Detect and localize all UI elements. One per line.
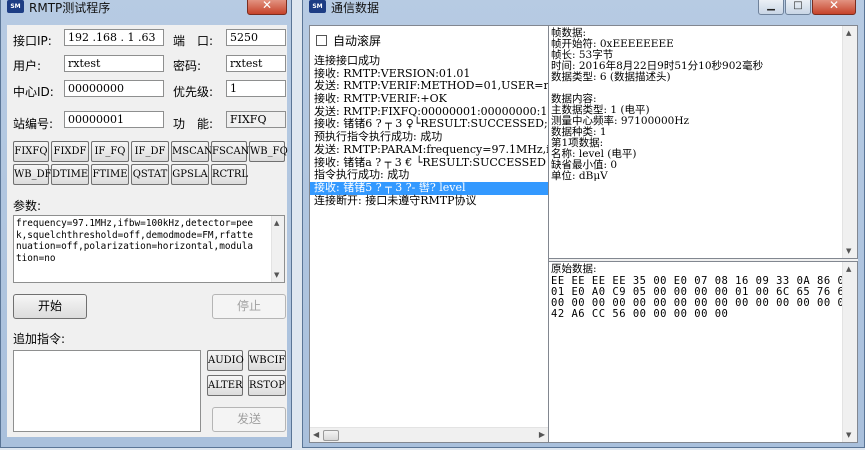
function-field: FIXFQ: [226, 111, 286, 128]
priority-field[interactable]: 1: [226, 80, 286, 97]
left-window-title: RMTP测试程序: [29, 1, 111, 15]
log-line[interactable]: 连接接口成功: [310, 54, 548, 68]
raw-hex-block: EE EE EE EE 35 00 E0 07 08 16 09 33 0A 8…: [549, 276, 857, 320]
frame-info-pane: 帧数据: 帧开始符: 0xEEEEEEEE 帧长: 53字节 时间: 2016年…: [548, 25, 858, 259]
scroll-down-icon[interactable]: ▼: [274, 271, 279, 279]
close-icon: ✕: [261, 0, 273, 12]
gpsla-button[interactable]: GPSLA: [171, 164, 209, 185]
priority-label: 优先级:: [173, 85, 214, 99]
if-fq-button[interactable]: IF_FQ: [91, 141, 129, 162]
scroll-right-icon[interactable]: ▶: [539, 430, 545, 439]
center-id-label: 中心ID:: [13, 85, 54, 99]
auto-scroll-checkbox[interactable]: [316, 35, 327, 46]
maximize-icon: □: [793, 0, 803, 11]
function-label: 功 能:: [173, 117, 214, 131]
scroll-left-icon[interactable]: ◀: [313, 430, 319, 439]
scroll-down-icon[interactable]: ▼: [846, 431, 851, 439]
left-titlebar[interactable]: SM RMTP测试程序 ✕: [1, 0, 291, 19]
wbcif-button[interactable]: WBCIF: [248, 350, 286, 371]
params-line: tion=no: [16, 252, 56, 264]
user-field[interactable]: rxtest: [64, 55, 164, 72]
params-line: k,squelchthreshold=off,demodmode=FM,rfat…: [16, 229, 254, 241]
stop-button[interactable]: 停止: [212, 294, 286, 319]
minimize-button[interactable]: ▁: [758, 0, 784, 15]
rstop-button[interactable]: RSTOP: [248, 375, 286, 396]
interface-ip-label: 接口IP:: [13, 34, 52, 48]
scroll-thumb[interactable]: [323, 430, 339, 441]
append-cmd-textarea[interactable]: [13, 350, 201, 432]
scroll-up-icon[interactable]: ▲: [846, 29, 851, 37]
qstat-button[interactable]: QSTAT: [131, 164, 169, 185]
right-titlebar[interactable]: SM 通信数据 ▁ □ ✕: [303, 0, 864, 19]
station-no-label: 站编号:: [13, 117, 54, 131]
fscan-button[interactable]: FSCAN: [211, 141, 249, 162]
wb-fq-button[interactable]: WB_FQ: [249, 141, 288, 162]
station-no-field[interactable]: 00000001: [64, 111, 164, 128]
log-line[interactable]: 连接断开: 接口未遵守RMTP协议: [310, 194, 548, 208]
rctrl-button[interactable]: RCTRL: [211, 164, 248, 185]
log-list: 连接接口成功 接收: RMTP:VERSION:01.01 发送: RMTP:V…: [310, 54, 548, 208]
log-line[interactable]: 指令执行成功: 成功: [310, 168, 548, 182]
params-textarea[interactable]: frequency=97.1MHz,ifbw=100kHz,detector=p…: [13, 215, 285, 283]
alter-button[interactable]: ALTER: [207, 375, 243, 396]
port-label: 端 口:: [173, 34, 214, 48]
start-button[interactable]: 开始: [13, 294, 87, 319]
params-scrollbar[interactable]: ▲ ▼: [271, 216, 284, 282]
raw-hex-line: 42 A6 CC 56 00 00 00 00 00: [551, 308, 729, 320]
maximize-button[interactable]: □: [785, 0, 811, 15]
audio-button[interactable]: AUDIO: [207, 350, 244, 371]
rmtp-test-window: SM RMTP测试程序 ✕ 接口IP: 192 .168 . 1 .63 端 口…: [0, 0, 292, 448]
app-logo-icon: SM: [309, 0, 326, 13]
close-icon: ✕: [828, 0, 840, 12]
scroll-up-icon[interactable]: ▲: [846, 265, 851, 273]
auto-scroll-checkbox-row[interactable]: 自动滚屏: [316, 32, 381, 49]
password-field[interactable]: rxtest: [226, 55, 286, 72]
log-line[interactable]: 发送: RMTP:PARAM:frequency=97.1MHz,ifbw: [310, 143, 548, 157]
frame-info-line: 单位: dBμV: [551, 170, 608, 182]
params-line: frequency=97.1MHz,ifbw=100kHz,detector=p…: [16, 218, 254, 229]
right-client-area: 自动滚屏 连接接口成功 接收: RMTP:VERSION:01.01 发送: R…: [309, 25, 858, 443]
center-id-field[interactable]: 00000000: [64, 80, 164, 97]
password-label: 密码:: [173, 59, 202, 73]
port-field[interactable]: 5250: [226, 29, 286, 46]
frame-info-scrollbar[interactable]: ▲ ▼: [842, 26, 857, 258]
dtime-button[interactable]: DTIME: [51, 164, 89, 185]
fixfq-button[interactable]: FIXFQ: [13, 141, 49, 162]
app-logo-icon: SM: [7, 0, 24, 13]
frame-info-list: 帧数据: 帧开始符: 0xEEEEEEEE 帧长: 53字节 时间: 2016年…: [549, 28, 841, 182]
raw-data-scrollbar[interactable]: ▲ ▼: [842, 262, 857, 442]
ip-address-field[interactable]: 192 .168 . 1 .63: [64, 29, 164, 46]
minimize-icon: ▁: [767, 0, 775, 11]
right-window-title: 通信数据: [331, 1, 380, 15]
append-cmd-label: 追加指令:: [13, 332, 66, 346]
mscan-button[interactable]: MSCAN: [171, 141, 213, 162]
comm-data-window: SM 通信数据 ▁ □ ✕ 自动滚屏 连接接口成功 接收: RMTP:VERSI…: [302, 0, 865, 448]
log-horizontal-scrollbar[interactable]: ◀ ▶: [310, 427, 548, 442]
log-line-selected[interactable]: 接收: 锗锗5 ? ┬ 3 ?- 辔? level: [310, 181, 548, 195]
ftime-button[interactable]: FTIME: [91, 164, 129, 185]
log-line[interactable]: 预执行指令执行成功: 成功: [310, 130, 548, 144]
if-df-button[interactable]: IF_DF: [131, 141, 169, 162]
raw-data-pane: 原始数据: EE EE EE EE 35 00 E0 07 08 16 09 3…: [548, 261, 858, 443]
frame-info-line: 数据类型: 6 (数据描述头): [551, 71, 671, 83]
fixdf-button[interactable]: FIXDF: [51, 141, 89, 162]
close-button[interactable]: ✕: [247, 0, 287, 15]
params-line: nuation=off,polarization=horizontal,modu…: [16, 241, 254, 252]
user-label: 用户:: [13, 59, 42, 73]
log-pane: 自动滚屏 连接接口成功 接收: RMTP:VERSION:01.01 发送: R…: [309, 25, 549, 443]
log-line[interactable]: 接收: RMTP:VERIF:+OK: [310, 92, 548, 106]
left-client-area: 接口IP: 192 .168 . 1 .63 端 口: 5250 用户: rxt…: [7, 25, 288, 437]
wb-df-button[interactable]: WB_DF: [13, 164, 52, 185]
raw-data-label: 原始数据:: [551, 263, 597, 275]
scroll-down-icon[interactable]: ▼: [846, 247, 851, 255]
send-button[interactable]: 发送: [212, 407, 286, 432]
auto-scroll-label: 自动滚屏: [333, 34, 382, 48]
params-label: 参数:: [13, 199, 42, 213]
close-button[interactable]: ✕: [812, 0, 856, 15]
scroll-up-icon[interactable]: ▲: [274, 219, 279, 227]
